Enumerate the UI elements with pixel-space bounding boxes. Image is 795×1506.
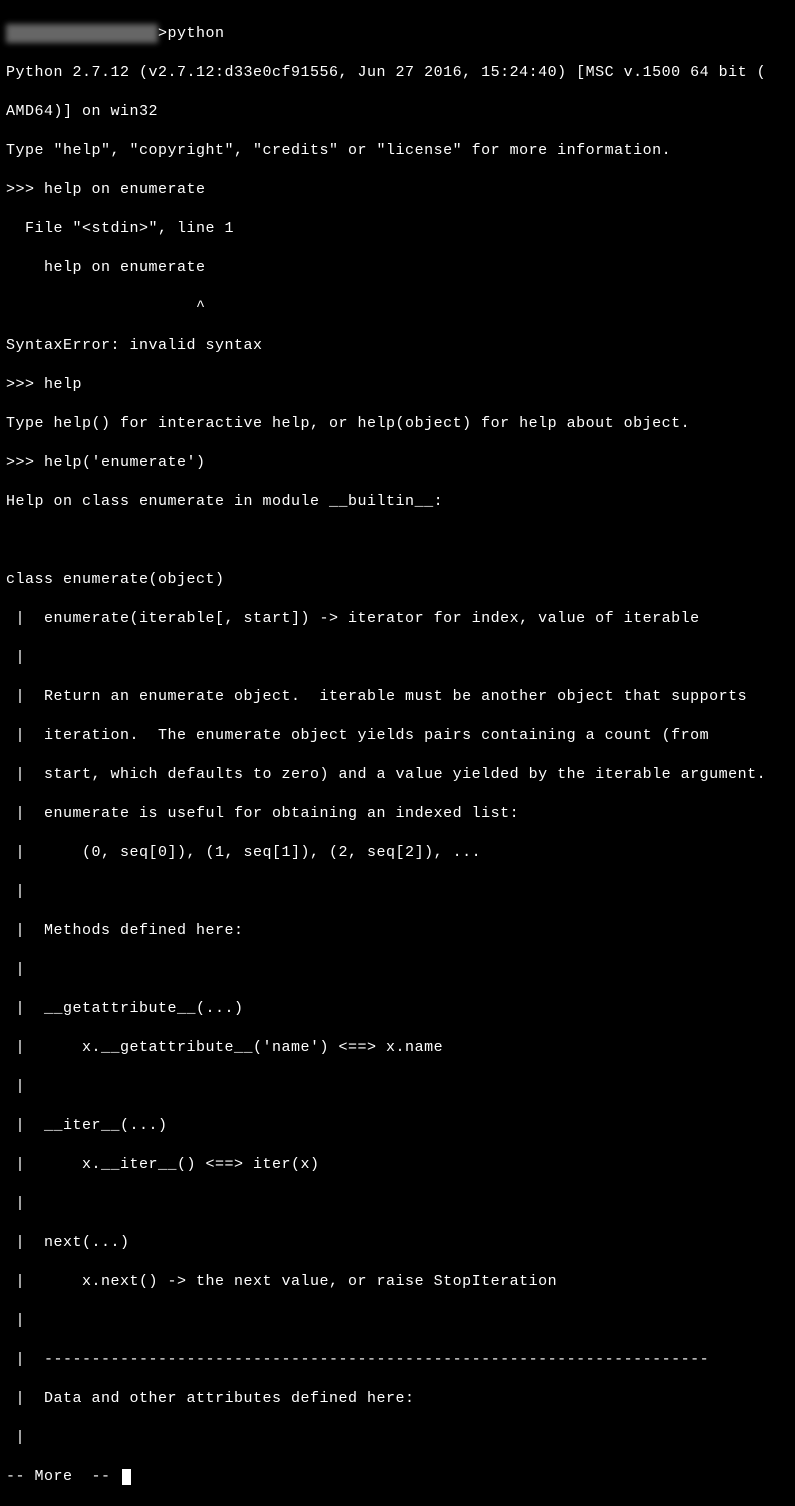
prompt-command: >python	[158, 25, 225, 42]
more-prompt-text: -- More --	[6, 1468, 120, 1485]
output-line: | --------------------------------------…	[6, 1350, 789, 1370]
output-line: | enumerate is useful for obtaining an i…	[6, 804, 789, 824]
output-line: Type help() for interactive help, or hel…	[6, 414, 789, 434]
output-line: |	[6, 1194, 789, 1214]
output-line: File "<stdin>", line 1	[6, 219, 789, 239]
output-line: | x.__getattribute__('name') <==> x.name	[6, 1038, 789, 1058]
output-line: | Data and other attributes defined here…	[6, 1389, 789, 1409]
output-line: | Methods defined here:	[6, 921, 789, 941]
output-line: | start, which defaults to zero) and a v…	[6, 765, 789, 785]
output-line: class enumerate(object)	[6, 570, 789, 590]
repl-input-line: >>> help('enumerate')	[6, 453, 789, 473]
output-line: | next(...)	[6, 1233, 789, 1253]
repl-input-line: >>> help	[6, 375, 789, 395]
output-line: | enumerate(iterable[, start]) -> iterat…	[6, 609, 789, 629]
output-line	[6, 531, 789, 551]
output-line: |	[6, 1311, 789, 1331]
terminal-output[interactable]: ████████████████>python Python 2.7.12 (v…	[6, 4, 789, 1506]
output-line: | x.__iter__() <==> iter(x)	[6, 1155, 789, 1175]
output-line: AMD64)] on win32	[6, 102, 789, 122]
cursor-icon	[122, 1469, 131, 1485]
output-line: |	[6, 648, 789, 668]
output-line: | __iter__(...)	[6, 1116, 789, 1136]
output-line: | (0, seq[0]), (1, seq[1]), (2, seq[2]),…	[6, 843, 789, 863]
output-line: SyntaxError: invalid syntax	[6, 336, 789, 356]
output-line: |	[6, 1077, 789, 1097]
output-line: | iteration. The enumerate object yields…	[6, 726, 789, 746]
output-line: |	[6, 960, 789, 980]
output-line: Python 2.7.12 (v2.7.12:d33e0cf91556, Jun…	[6, 63, 789, 83]
output-line: help on enumerate	[6, 258, 789, 278]
output-line: Type "help", "copyright", "credits" or "…	[6, 141, 789, 161]
output-line: |	[6, 1428, 789, 1448]
output-line: Help on class enumerate in module __buil…	[6, 492, 789, 512]
obscured-path: ████████████████	[6, 24, 158, 44]
output-line: | x.next() -> the next value, or raise S…	[6, 1272, 789, 1292]
output-line: |	[6, 882, 789, 902]
repl-input-line: >>> help on enumerate	[6, 180, 789, 200]
output-line: ^	[6, 297, 789, 317]
prompt-line: ████████████████>python	[6, 24, 789, 44]
more-prompt[interactable]: -- More --	[6, 1467, 789, 1487]
output-line: | __getattribute__(...)	[6, 999, 789, 1019]
output-line: | Return an enumerate object. iterable m…	[6, 687, 789, 707]
